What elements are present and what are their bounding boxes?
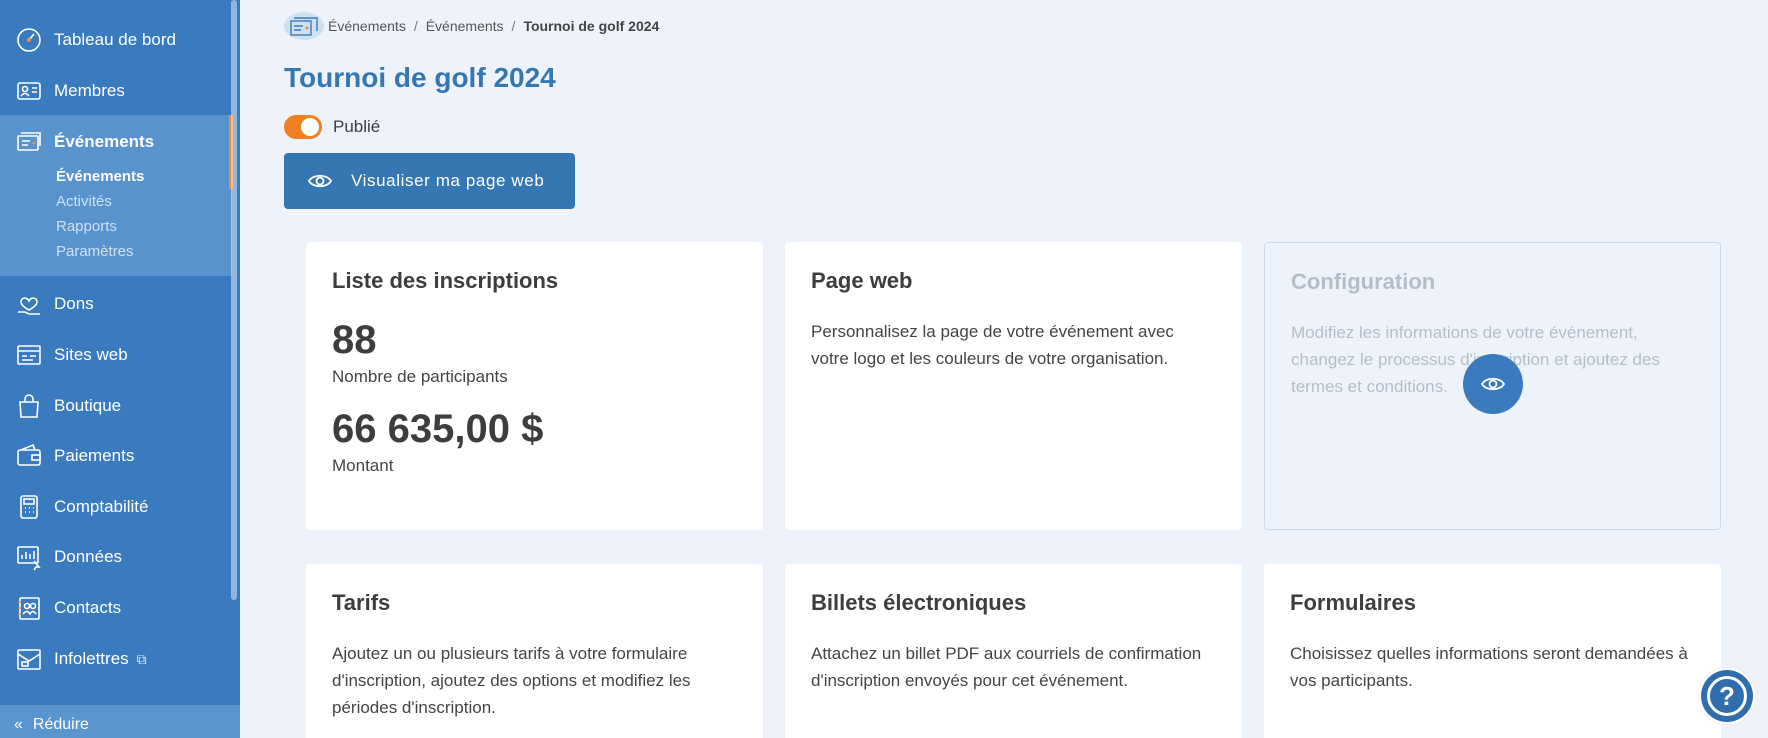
publish-toggle[interactable] xyxy=(284,115,322,139)
breadcrumb-separator: / xyxy=(413,18,418,34)
double-chevron-left-icon: « xyxy=(14,716,23,733)
sidebar-item-label: Paiements xyxy=(54,446,135,465)
breadcrumb-current: Tournoi de golf 2024 xyxy=(523,18,660,34)
rates-card[interactable]: Tarifs Ajoutez un ou plusieurs tarifs à … xyxy=(306,564,763,738)
sidebar-item-label: Contacts xyxy=(54,598,122,617)
participants-count: 88 xyxy=(332,318,377,362)
card-description: Choisissez quelles informations seront d… xyxy=(1290,644,1688,690)
breadcrumb-link[interactable]: Événements xyxy=(426,18,504,34)
sidebar-item-label: Comptabilité xyxy=(54,497,149,516)
card-description: Ajoutez un ou plusieurs tarifs à votre f… xyxy=(332,644,691,717)
help-button[interactable]: ? xyxy=(1698,667,1756,725)
sidebar-item-label: Infolettres xyxy=(54,649,129,668)
sidebar-item-label: Tableau de bord xyxy=(54,30,176,49)
sidebar-item-label: Dons xyxy=(54,294,94,313)
sidebar-item-label: Membres xyxy=(54,81,125,100)
registrations-card[interactable]: Liste des inscriptions 88 Nombre de part… xyxy=(306,242,763,530)
data-icon xyxy=(14,542,44,572)
external-link-icon: ⧉ xyxy=(136,650,147,667)
card-title: Configuration xyxy=(1291,269,1436,294)
sidebar-item-payments[interactable]: Paiements xyxy=(0,431,232,481)
sidebar-item-shop[interactable]: Boutique xyxy=(0,381,232,431)
card-description: Attachez un billet PDF aux courriels de … xyxy=(811,644,1202,690)
forms-card[interactable]: Formulaires Choisissez quelles informati… xyxy=(1264,564,1721,738)
sidebar-item-contacts[interactable]: Contacts xyxy=(0,583,232,633)
collapse-sidebar-button[interactable]: « Réduire xyxy=(0,705,240,738)
card-title: Tarifs xyxy=(332,590,391,615)
sidebar-item-members[interactable]: Membres xyxy=(0,66,232,116)
question-mark-icon: ? xyxy=(1707,676,1747,716)
sidebar-item-events[interactable]: Événements xyxy=(0,117,232,167)
collapse-label: Réduire xyxy=(32,716,89,733)
participants-label: Nombre de participants xyxy=(332,367,508,386)
view-webpage-label: Visualiser ma page web xyxy=(351,171,545,190)
breadcrumb-link[interactable]: Événements xyxy=(328,18,406,34)
card-title: Liste des inscriptions xyxy=(332,268,559,293)
sidebar-item-label: Données xyxy=(54,547,123,566)
sidebar: Tableau de bord Membres Événements Événe… xyxy=(0,0,240,738)
sidebar-subitem-reports[interactable]: Rapports xyxy=(56,218,117,235)
card-title: Formulaires xyxy=(1290,590,1416,615)
eye-icon xyxy=(1480,377,1506,391)
sidebar-item-label: Événements xyxy=(54,132,155,151)
sidebar-item-accounting[interactable]: Comptabilité xyxy=(0,482,232,532)
sidebar-subitem-settings[interactable]: Paramètres xyxy=(56,243,134,260)
amount-label: Montant xyxy=(332,456,394,475)
card-title: Page web xyxy=(811,268,913,293)
sidebar-item-label: Boutique xyxy=(54,396,122,415)
sidebar-item-donations[interactable]: Dons xyxy=(0,279,232,329)
breadcrumb-separator: / xyxy=(511,18,516,34)
toggle-knob xyxy=(301,118,319,136)
sidebar-item-websites[interactable]: Sites web xyxy=(0,330,232,380)
sidebar-item-label: Sites web xyxy=(54,345,128,364)
members-icon xyxy=(14,76,44,106)
card-title: Billets électroniques xyxy=(811,590,1027,615)
sidebar-item-data[interactable]: Données xyxy=(0,532,232,582)
sidebar-scrollbar[interactable] xyxy=(231,0,237,600)
publish-toggle-row: Publié xyxy=(284,115,380,139)
sidebar-subitem-activities[interactable]: Activités xyxy=(56,193,112,210)
website-icon xyxy=(14,340,44,370)
donations-icon xyxy=(14,289,44,319)
shop-bag-icon xyxy=(14,391,44,421)
view-webpage-button[interactable]: Visualiser ma page web xyxy=(284,153,575,209)
sidebar-item-newsletters[interactable]: Infolettres ⧉ xyxy=(0,634,232,684)
sidebar-item-dashboard[interactable]: Tableau de bord xyxy=(0,15,232,65)
breadcrumb: Événements / Événements / Tournoi de gol… xyxy=(284,12,659,40)
page-title: Tournoi de golf 2024 xyxy=(284,62,556,93)
event-thumbnail-icon xyxy=(284,12,324,40)
webpage-card[interactable]: Page web Personnalisez la page de votre … xyxy=(785,242,1242,530)
dashboard-icon xyxy=(14,25,44,55)
preview-eye-button[interactable] xyxy=(1463,354,1523,414)
newsletter-icon xyxy=(14,644,44,674)
amount-value: 66 635,00 $ xyxy=(332,407,544,451)
events-icon xyxy=(14,127,44,157)
contacts-icon xyxy=(14,593,44,623)
calculator-icon xyxy=(14,492,44,522)
configuration-card[interactable]: Configuration Modifiez les informations … xyxy=(1264,242,1721,530)
publish-toggle-label: Publié xyxy=(333,117,381,136)
tickets-card[interactable]: Billets électroniques Attachez un billet… xyxy=(785,564,1242,738)
eye-icon xyxy=(307,174,333,188)
wallet-icon xyxy=(14,441,44,471)
card-description: Personnalisez la page de votre événement… xyxy=(811,322,1174,368)
sidebar-subitem-events[interactable]: Événements xyxy=(56,168,144,185)
